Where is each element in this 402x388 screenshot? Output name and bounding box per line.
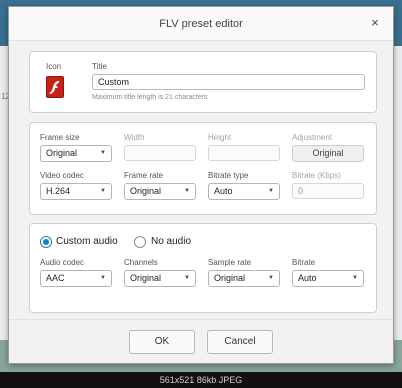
- adjustment-label: Adjustment: [292, 133, 333, 142]
- title-label: Title: [92, 62, 107, 71]
- video-settings-panel: Frame size Original ▼ Width Height Adjus…: [29, 122, 377, 215]
- cancel-button[interactable]: Cancel: [207, 330, 273, 354]
- audio-codec-label: Audio codec: [40, 258, 85, 267]
- height-input[interactable]: [208, 145, 280, 161]
- chevron-down-icon: ▼: [268, 188, 274, 194]
- chevron-down-icon: ▼: [352, 275, 358, 281]
- sample-rate-select[interactable]: Original ▼: [208, 270, 280, 287]
- height-label: Height: [208, 133, 232, 142]
- flv-preset-editor-dialog: FLV preset editor × Icon Title Maximum t…: [8, 6, 394, 364]
- audio-codec-value: AAC: [46, 273, 65, 283]
- ok-button[interactable]: OK: [129, 330, 195, 354]
- bitrate-kbps-input[interactable]: [292, 183, 364, 199]
- frame-size-label: Frame size: [40, 133, 80, 142]
- sample-rate-value: Original: [214, 273, 246, 283]
- flash-player-icon: [46, 76, 64, 98]
- custom-audio-radio[interactable]: [40, 236, 52, 248]
- audio-bitrate-value: Auto: [298, 273, 317, 283]
- channels-select[interactable]: Original ▼: [124, 270, 196, 287]
- title-input[interactable]: [92, 74, 365, 90]
- bitrate-kbps-label: Bitrate (Kbps): [292, 171, 341, 180]
- video-codec-label: Video codec: [40, 171, 84, 180]
- channels-value: Original: [130, 273, 162, 283]
- preset-title-panel: Icon Title Maximum title length is 21 ch…: [29, 51, 377, 113]
- no-audio-radio[interactable]: [134, 236, 146, 248]
- audio-codec-select[interactable]: AAC ▼: [40, 270, 112, 287]
- sample-rate-label: Sample rate: [208, 258, 252, 267]
- dialog-titlebar: FLV preset editor ×: [9, 7, 393, 41]
- width-input[interactable]: [124, 145, 196, 161]
- frame-size-select[interactable]: Original ▼: [40, 145, 112, 162]
- channels-label: Channels: [124, 258, 158, 267]
- frame-size-value: Original: [46, 148, 78, 158]
- chevron-down-icon: ▼: [100, 188, 106, 194]
- frame-rate-value: Original: [130, 186, 162, 196]
- chevron-down-icon: ▼: [100, 275, 106, 281]
- bitrate-type-label: Bitrate type: [208, 171, 249, 180]
- chevron-down-icon: ▼: [268, 275, 274, 281]
- icon-label: Icon: [46, 62, 62, 71]
- frame-rate-label: Frame rate: [124, 171, 164, 180]
- video-codec-select[interactable]: H.264 ▼: [40, 183, 112, 200]
- dialog-title: FLV preset editor: [159, 18, 243, 30]
- close-icon[interactable]: ×: [367, 15, 383, 31]
- chevron-down-icon: ▼: [184, 275, 190, 281]
- dialog-footer: OK Cancel: [9, 319, 393, 363]
- custom-audio-label[interactable]: Custom audio: [56, 236, 118, 247]
- audio-settings-panel: Custom audio No audio Audio codec AAC ▼ …: [29, 223, 377, 313]
- bitrate-type-value: Auto: [214, 186, 233, 196]
- chevron-down-icon: ▼: [184, 188, 190, 194]
- chevron-down-icon: ▼: [100, 150, 106, 156]
- video-codec-value: H.264: [46, 186, 71, 196]
- width-label: Width: [124, 133, 145, 142]
- adjustment-select[interactable]: Original: [292, 145, 364, 162]
- no-audio-label[interactable]: No audio: [151, 236, 191, 247]
- title-hint: Maximum title length is 21 characters: [92, 94, 208, 101]
- audio-bitrate-label: Bitrate: [292, 258, 316, 267]
- audio-bitrate-select[interactable]: Auto ▼: [292, 270, 364, 287]
- bitrate-type-select[interactable]: Auto ▼: [208, 183, 280, 200]
- image-info-bar: 561x521 86kb JPEG: [0, 372, 402, 388]
- frame-rate-select[interactable]: Original ▼: [124, 183, 196, 200]
